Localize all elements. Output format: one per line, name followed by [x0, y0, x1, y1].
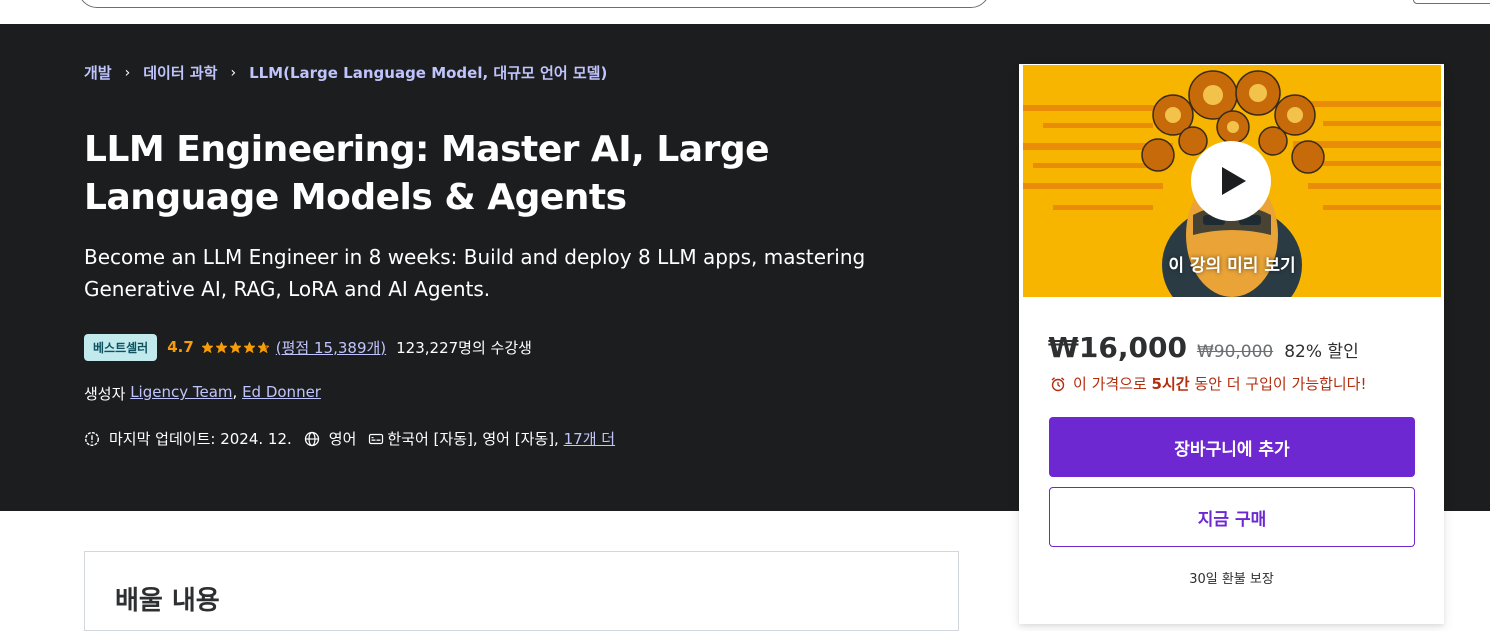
timer-text-pre: 이 가격으로: [1073, 375, 1152, 393]
star-icon: [243, 341, 255, 353]
money-back-guarantee: 30일 환불 보장: [1189, 572, 1274, 587]
rating-count-link[interactable]: (평점 15,389개): [276, 337, 386, 358]
rating-value: 4.7: [167, 338, 194, 356]
star-icon: [215, 341, 227, 353]
alarm-clock-icon: [1051, 376, 1065, 391]
creator-row: 생성자 Ligency Team, Ed Donner: [84, 383, 321, 404]
preview-label: 이 강의 미리 보기: [1168, 256, 1296, 276]
closed-caption-icon: [369, 433, 384, 444]
creator-link-ed-donner[interactable]: Ed Donner: [242, 383, 321, 404]
star-icon: [201, 341, 213, 353]
course-meta-row: 마지막 업데이트: 2024. 12. 영어 한국어 [자동], 영어 [자동]…: [84, 428, 615, 449]
timer-text-post: 동안 더 구입이 가능합니다!: [1189, 375, 1367, 393]
search-input[interactable]: [78, 0, 990, 8]
course-subtitle: Become an LLM Engineer in 8 weeks: Build…: [84, 245, 866, 301]
creator-link-ligency[interactable]: Ligency Team: [130, 383, 232, 404]
alert-badge-icon: [84, 431, 100, 446]
course-title: LLM Engineering: Master AI, Large Langua…: [84, 129, 770, 218]
play-icon: [1222, 167, 1246, 195]
breadcrumb-item-llm[interactable]: LLM(Large Language Model, 대규모 언어 모델): [249, 62, 607, 83]
breadcrumb-item-data-science[interactable]: 데이터 과학: [143, 62, 217, 83]
course-preview-video[interactable]: 이 강의 미리 보기: [1023, 65, 1441, 297]
course-language: 영어: [328, 430, 357, 448]
creator-separator: ,: [232, 383, 243, 401]
add-to-cart-button[interactable]: 장바구니에 추가: [1049, 417, 1415, 477]
original-price: ₩90,000: [1196, 342, 1274, 362]
rating-row: 베스트셀러 4.7 (평점 15,389개) 123,227명의 수강생: [84, 333, 532, 361]
header-button[interactable]: [1413, 0, 1490, 4]
buy-now-button[interactable]: 지금 구매: [1049, 487, 1415, 547]
more-captions-link[interactable]: 17개 더: [564, 428, 615, 449]
purchase-sidebar: 이 강의 미리 보기 ₩16,000 ₩90,000 82% 할인 이 가격으로…: [1019, 64, 1444, 624]
play-button[interactable]: [1191, 141, 1271, 221]
star-rating: [201, 341, 272, 353]
chevron-right-icon: ›: [124, 64, 131, 81]
bestseller-badge: 베스트셀러: [84, 333, 158, 361]
top-header-strip: [0, 0, 1490, 24]
star-icon: [229, 341, 241, 353]
last-updated: 마지막 업데이트: 2024. 12.: [109, 430, 292, 448]
chevron-right-icon: ›: [230, 64, 237, 81]
breadcrumb: 개발 › 데이터 과학 › LLM(Large Language Model, …: [84, 62, 607, 83]
learn-section-title: 배울 내용: [115, 586, 220, 616]
student-count: 123,227명의 수강생: [396, 338, 532, 357]
caption-languages: 한국어 [자동], 영어 [자동],: [387, 430, 559, 448]
star-icon: [257, 341, 269, 353]
timer-hours: 5시간: [1151, 375, 1190, 393]
globe-icon: [304, 431, 319, 446]
creator-label: 생성자: [84, 385, 126, 403]
breadcrumb-item-development[interactable]: 개발: [84, 62, 112, 83]
what-you-will-learn-box: 배울 내용: [84, 551, 959, 631]
price-row: ₩16,000 ₩90,000 82% 할인: [1048, 331, 1359, 364]
current-price: ₩16,000: [1048, 331, 1187, 364]
discount-percent: 82% 할인: [1284, 342, 1359, 362]
sale-timer: 이 가격으로 5시간 동안 더 구입이 가능합니다!: [1050, 373, 1366, 394]
